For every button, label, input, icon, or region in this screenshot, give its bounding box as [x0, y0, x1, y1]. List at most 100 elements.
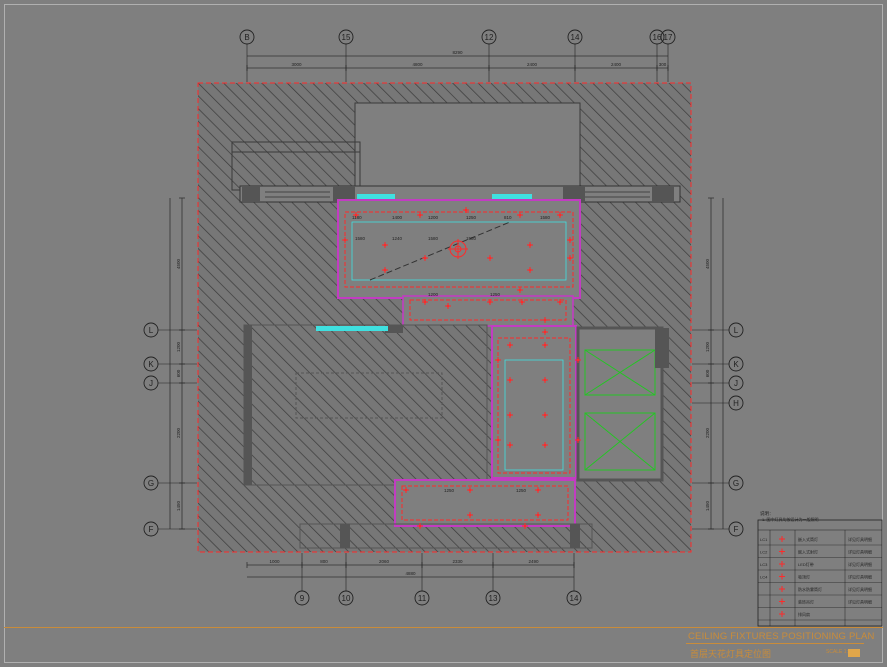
- svg-text:L: L: [149, 326, 154, 335]
- svg-text:G: G: [148, 479, 154, 488]
- legend-name: 嵌入式筒灯: [798, 536, 818, 542]
- title-underline: [686, 643, 864, 644]
- svg-text:J: J: [149, 379, 153, 388]
- grid-bubble-top-16: 16: [649, 29, 665, 45]
- grid-bubble-top-B: B: [239, 29, 255, 45]
- drawing-scale: SCALE 1:: [826, 649, 848, 655]
- grid-bubble-bottom-11: 11: [414, 590, 430, 606]
- drawing-canvas: 3000 4800 2400 2400 300 8290 1000 800 2060 2330 24…: [0, 0, 887, 667]
- room-dim-label: 1580: [355, 236, 366, 241]
- grid-bubble-bottom-10: 10: [338, 590, 354, 606]
- room-dim-label: 1180: [352, 215, 362, 220]
- legend-spec: 详见灯具明细: [848, 586, 872, 592]
- legend-symbol-icon: [779, 586, 785, 592]
- svg-text:4500: 4500: [705, 258, 710, 269]
- grid-bubble-left-G: G: [143, 475, 159, 491]
- room-dim-label: 1240: [392, 236, 403, 241]
- room-dim-label: 1200: [428, 215, 439, 220]
- svg-text:1200: 1200: [705, 341, 710, 352]
- bathroom-area: [576, 326, 664, 482]
- room-dim-label: 1580: [466, 236, 477, 241]
- legend-symbol-icon: [779, 561, 785, 567]
- grid-bubble-right-G: G: [728, 475, 744, 491]
- svg-text:2400: 2400: [611, 62, 622, 67]
- room-dim-label: 810: [504, 215, 512, 220]
- svg-text:L: L: [734, 326, 739, 335]
- grid-bubble-left-K: K: [143, 356, 159, 372]
- legend-name: 排风扇: [798, 611, 810, 617]
- svg-text:K: K: [733, 360, 739, 369]
- svg-text:2060: 2060: [379, 559, 390, 564]
- svg-text:1000: 1000: [269, 559, 280, 564]
- legend-code: LC2: [760, 550, 768, 555]
- legend-code: LC1: [760, 537, 768, 542]
- legend-code: LC3: [760, 562, 768, 567]
- svg-text:4880: 4880: [405, 571, 416, 576]
- svg-text:800: 800: [320, 559, 328, 564]
- legend-title: 说明：: [760, 510, 774, 517]
- svg-text:14: 14: [570, 594, 579, 603]
- svg-text:1450: 1450: [705, 500, 710, 511]
- legend-note: 1. 图中灯具均按设计为一般照明: [762, 516, 818, 522]
- svg-text:14: 14: [571, 33, 580, 42]
- grid-bubble-top-17: 17: [660, 29, 676, 45]
- floor-plan: 3000 4800 2400 2400 300 8290 1000 800 2060 2330 24…: [143, 29, 883, 627]
- legend-name: LED灯带: [798, 561, 814, 567]
- drawing-title-cn: 首层天花灯具定位图: [690, 649, 772, 659]
- svg-text:4500: 4500: [176, 258, 181, 269]
- svg-text:F: F: [149, 525, 154, 534]
- svg-text:17: 17: [664, 33, 673, 42]
- room-dim-label: 1250: [444, 488, 455, 493]
- legend-name: 装饰吊灯: [798, 599, 814, 605]
- legend-spec: 详见灯具明细: [848, 561, 872, 567]
- legend-symbol-icon: [779, 548, 785, 555]
- svg-text:8290: 8290: [452, 50, 463, 55]
- room-dim-label: 1250: [466, 215, 477, 220]
- svg-text:2200: 2200: [176, 427, 181, 438]
- svg-text:4800: 4800: [412, 62, 423, 67]
- legend-name: 吸顶灯: [798, 574, 810, 580]
- svg-text:2330: 2330: [452, 559, 463, 564]
- svg-text:10: 10: [342, 594, 351, 603]
- legend-symbol-icon: [779, 598, 785, 605]
- legend-spec: 详见灯具明细: [848, 549, 872, 555]
- grid-bubble-right-K: K: [728, 356, 744, 372]
- svg-text:12: 12: [485, 33, 494, 42]
- grid-bubble-top-12: 12: [481, 29, 497, 45]
- room-dim-label: 1580: [428, 236, 439, 241]
- logo-icon: [848, 649, 860, 657]
- legend-spec: 详见灯具明细: [848, 536, 872, 542]
- room-dim-label: 1250: [490, 292, 501, 297]
- dims-bottom: 1000 800 2060 2330 2490 4880: [246, 559, 575, 578]
- svg-text:J: J: [734, 379, 738, 388]
- svg-text:3000: 3000: [291, 62, 302, 67]
- svg-text:G: G: [733, 479, 739, 488]
- room-dim-label: 1580: [540, 215, 551, 220]
- svg-text:B: B: [244, 33, 249, 42]
- svg-text:13: 13: [489, 594, 498, 603]
- svg-text:9: 9: [300, 594, 305, 603]
- svg-text:2400: 2400: [527, 62, 538, 67]
- legend-spec: 详见灯具明细: [848, 599, 872, 605]
- room-dim-label: 1250: [516, 488, 527, 493]
- svg-text:11: 11: [418, 594, 427, 603]
- svg-text:H: H: [733, 399, 739, 408]
- grid-bubble-left-L: L: [143, 322, 159, 338]
- legend-symbol-icon: [779, 573, 785, 580]
- grid-bubble-top-14: 14: [567, 29, 583, 45]
- dims-right: 4500 1200 600 2200 1450: [705, 197, 714, 530]
- svg-text:15: 15: [342, 33, 351, 42]
- svg-text:2490: 2490: [528, 559, 539, 564]
- room-dim-label: 1400: [392, 215, 403, 220]
- drawing-title-en: CEILING FIXTURES POSITIONING PLAN: [688, 631, 875, 642]
- grid-bubble-bottom-14: 14: [566, 590, 582, 606]
- legend-spec: 详见灯具明细: [848, 574, 872, 580]
- grid-bubble-left-J: J: [143, 375, 159, 391]
- title-divider: [4, 627, 883, 628]
- grid-bubble-right-L: L: [728, 322, 744, 338]
- room-dim-label: 1200: [428, 292, 439, 297]
- legend-table: 说明： 1. 图中灯具均按设计为一般照明 LC1 嵌入式筒灯 详见灯具明细LC2 嵌入…: [757, 510, 883, 627]
- legend-symbol-icon: [779, 536, 785, 542]
- grid-bubble-bottom-13: 13: [485, 590, 501, 606]
- svg-text:300: 300: [659, 62, 667, 67]
